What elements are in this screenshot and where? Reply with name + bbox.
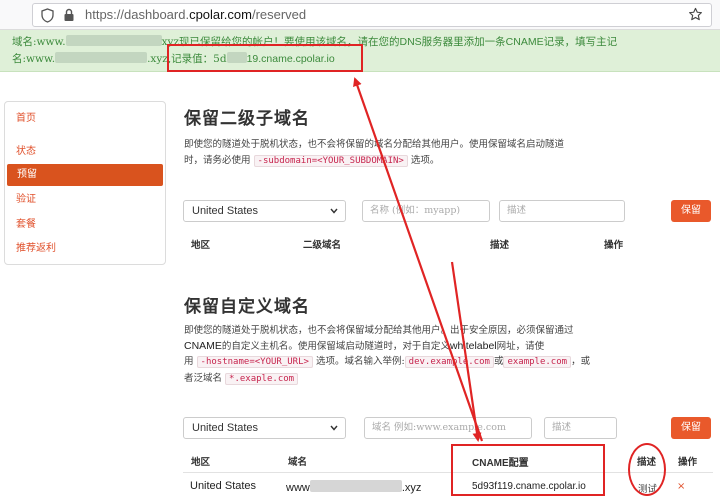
hostname-option-code: -hostname=<YOUR_URL>	[196, 356, 313, 368]
subdomain-desc-line1: 即使您的隧道处于脱机状态，也不会将保留的域名分配给其他用户。使用保留域名启动隧道	[184, 139, 565, 150]
custom-desc-line4: 者泛域名 *.exaple.com	[184, 371, 299, 387]
subdomain-name-input[interactable]: 名称 (例如：myapp)	[362, 200, 490, 222]
sidebar-item-verify[interactable]: 验证	[6, 189, 164, 211]
subdomain-option-code: -subdomain=<YOUR_SUBDOMAIN>	[253, 155, 408, 167]
subdomain-desc-line2: 时，请务必使用 -subdomain=<YOUR_SUBDOMAIN> 选项。	[184, 155, 440, 167]
custom-desc-line3: 用 -hostname=<YOUR_URL> 选项。域名输入举例: dev.exa…	[184, 356, 591, 368]
custom-domain-section-title: 保留自定义域名	[184, 297, 310, 317]
wildcard-example-code: *.exaple.com	[225, 373, 299, 385]
subdomain-reserve-button[interactable]: 保留	[671, 200, 711, 222]
row-region: United States	[190, 480, 257, 492]
sidebar-item-status[interactable]: 状态	[6, 141, 164, 163]
chevron-down-icon	[330, 425, 338, 431]
subdomain-col-subdomain: 二级域名	[303, 240, 342, 251]
subdomain-col-desc: 描述	[490, 240, 510, 251]
sidebar-nav: 首页 状态 预留 验证 套餐 推荐返利	[4, 101, 166, 265]
example-code-1: dev.example.com	[404, 356, 494, 368]
arrow-to-alert	[353, 77, 484, 442]
lock-icon[interactable]	[63, 8, 75, 22]
url-text[interactable]: https://dashboard.cpolar.com/reserved	[85, 7, 306, 22]
bookmark-star-icon[interactable]	[688, 7, 703, 22]
subdomain-region-select[interactable]: United States	[183, 200, 346, 222]
sidebar-item-home[interactable]: 首页	[6, 108, 164, 130]
subdomain-col-region: 地区	[191, 240, 211, 251]
custom-desc-line2: CNAME的自定义主机名。使用保留域启动隧道时，对于自定义whitelabel网…	[184, 340, 545, 352]
address-bar[interactable]: https://dashboard.cpolar.com/reserved	[32, 3, 712, 27]
subdomain-section-title: 保留二级子域名	[184, 109, 310, 129]
shield-icon[interactable]	[41, 8, 54, 23]
custom-reserve-button[interactable]: 保留	[671, 417, 711, 439]
sidebar-item-referral[interactable]: 推荐返利	[6, 238, 164, 260]
annotation-box-alert-cname	[167, 44, 363, 72]
subdomain-desc-input[interactable]: 描述	[499, 200, 625, 222]
delete-icon[interactable]: ×	[677, 481, 685, 492]
custom-region-select[interactable]: United States	[183, 417, 346, 439]
custom-domain-input[interactable]: 域名 例如:www.example.com	[364, 417, 532, 439]
custom-col-region: 地区	[191, 457, 211, 468]
sidebar-item-reserved[interactable]: 预留	[7, 164, 163, 186]
subdomain-col-actions: 操作	[604, 240, 624, 251]
custom-col-domain: 域名	[288, 457, 308, 468]
custom-col-actions: 操作	[678, 457, 698, 468]
annotation-box-cname-column	[451, 444, 605, 496]
custom-desc-input[interactable]: 描述	[544, 417, 617, 439]
row-domain: www .xyz	[286, 480, 422, 494]
example-code-2: example.com	[503, 356, 572, 368]
custom-desc-line1: 即使您的隧道处于脱机状态，也不会将保留域分配给其他用户。出于安全原因，必须保留通…	[184, 325, 574, 336]
sidebar-item-plans[interactable]: 套餐	[6, 214, 164, 236]
annotation-ellipse-desc	[628, 443, 666, 496]
browser-toolbar: https://dashboard.cpolar.com/reserved	[0, 0, 720, 30]
chevron-down-icon	[330, 208, 338, 214]
